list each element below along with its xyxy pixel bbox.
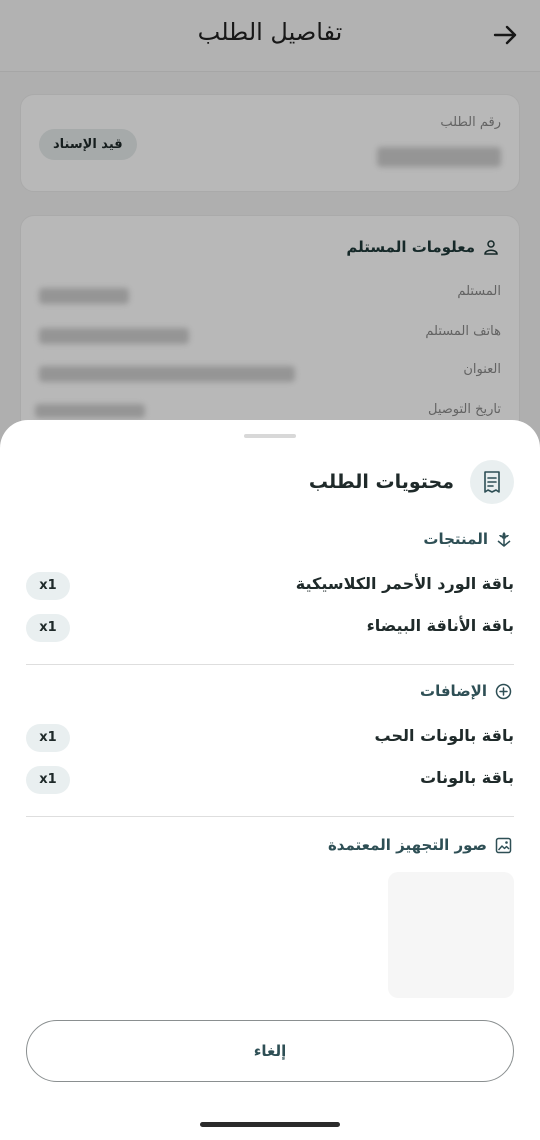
prep-photo-thumbnail[interactable] [388, 872, 514, 998]
list-item: باقة الأناقة البيضاء x1 [26, 614, 514, 642]
addon-name: باقة بالونات الحب [374, 726, 514, 745]
addons-heading: الإضافات [420, 682, 512, 700]
receipt-icon [470, 460, 514, 504]
quantity-badge: x1 [26, 572, 70, 600]
list-item: باقة بالونات x1 [26, 766, 514, 794]
sheet-grabber[interactable] [244, 434, 296, 438]
addons-heading-text: الإضافات [420, 682, 487, 700]
photos-heading-text: صور التجهيز المعتمدة [327, 836, 487, 854]
photos-heading: صور التجهيز المعتمدة [328, 836, 512, 854]
order-contents-sheet: محتويات الطلب المنتجات باقة الورد الأحمر… [0, 420, 540, 1140]
plus-circle-icon [495, 683, 512, 699]
quantity-badge: x1 [26, 614, 70, 642]
products-heading: المنتجات [423, 530, 512, 548]
product-name: باقة الورد الأحمر الكلاسيكية [295, 574, 514, 593]
image-icon [495, 837, 512, 853]
quantity-badge: x1 [26, 724, 70, 752]
quantity-badge: x1 [26, 766, 70, 794]
list-item: باقة بالونات الحب x1 [26, 724, 514, 752]
list-item: باقة الورد الأحمر الكلاسيكية x1 [26, 572, 514, 600]
flower-icon [497, 532, 511, 547]
home-indicator [200, 1122, 340, 1127]
cancel-button[interactable]: إلغاء [26, 1020, 514, 1082]
divider [26, 816, 514, 817]
sheet-title: محتويات الطلب [308, 471, 454, 493]
addon-name: باقة بالونات [420, 768, 514, 787]
divider [26, 664, 514, 665]
sheet-header: محتويات الطلب [309, 460, 514, 504]
product-name: باقة الأناقة البيضاء [366, 616, 514, 635]
products-heading-text: المنتجات [423, 530, 488, 548]
